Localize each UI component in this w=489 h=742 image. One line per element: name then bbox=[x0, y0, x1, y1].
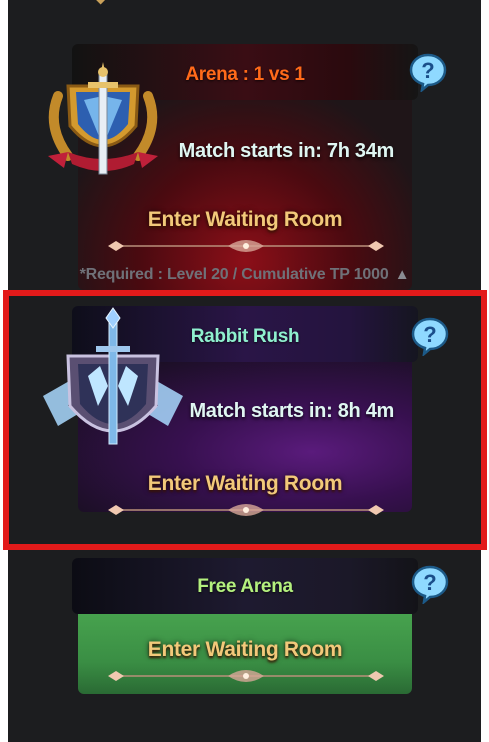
rabbit-ice-shield-emblem-icon bbox=[43, 307, 183, 445]
svg-text:?: ? bbox=[423, 570, 436, 595]
button-ornament-icon bbox=[108, 240, 384, 252]
arena-enter-waiting-room-button[interactable]: Enter Waiting Room bbox=[72, 198, 418, 256]
rabbit-enter-button-label: Enter Waiting Room bbox=[147, 472, 343, 495]
free-arena-card: Free Arena Enter Waiting Room bbox=[72, 558, 418, 698]
arena-requirement-text: *Required : Level 20 / Cumulative TP 100… bbox=[8, 266, 481, 284]
free-enter-waiting-room-button[interactable]: Enter Waiting Room bbox=[72, 628, 418, 686]
button-ornament-icon bbox=[108, 504, 384, 516]
arena-mode-list: ◆ Arena : 1 vs 1 Match starts in: 7h 34m… bbox=[8, 0, 481, 742]
rabbit-help-button[interactable]: ? bbox=[410, 316, 450, 356]
rabbit-enter-waiting-room-button[interactable]: Enter Waiting Room bbox=[72, 462, 418, 520]
free-help-button[interactable]: ? bbox=[410, 564, 450, 604]
svg-text:?: ? bbox=[421, 58, 434, 83]
arena-enter-button-label: Enter Waiting Room bbox=[147, 208, 343, 231]
arena-help-button[interactable]: ? bbox=[408, 52, 448, 92]
button-ornament-icon bbox=[108, 670, 384, 682]
arena-golden-shield-emblem-icon bbox=[48, 62, 158, 175]
requirement-label: *Required : Level 20 / Cumulative TP 100… bbox=[79, 266, 389, 283]
free-title: Free Arena bbox=[197, 576, 293, 597]
rabbit-match-timer: Match starts in: 8h 4m bbox=[189, 400, 394, 422]
ornament-fragment: ◆ bbox=[96, 0, 110, 5]
free-enter-button-label: Enter Waiting Room bbox=[147, 638, 343, 661]
arena-match-timer: Match starts in: 7h 34m bbox=[178, 140, 395, 162]
svg-text:?: ? bbox=[423, 322, 436, 347]
triangle-up-icon: ▲ bbox=[394, 266, 410, 283]
